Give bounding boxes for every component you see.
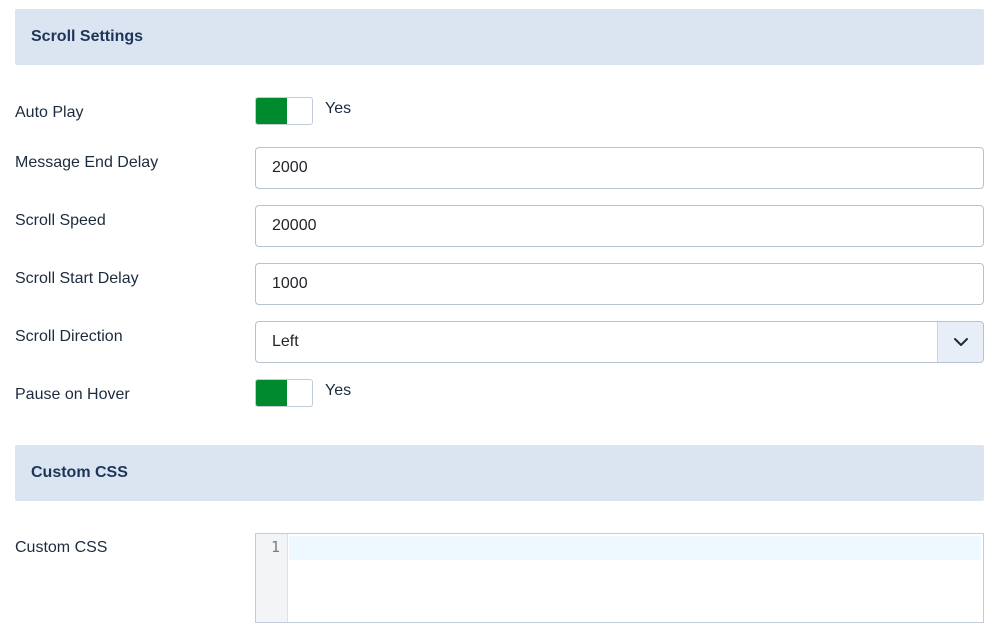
- auto-play-toggle[interactable]: Yes: [255, 97, 351, 125]
- pause-on-hover-switch[interactable]: [255, 379, 313, 407]
- scroll-direction-label: Scroll Direction: [15, 328, 123, 345]
- pause-on-hover-switch-on: [256, 380, 287, 406]
- pause-on-hover-label: Pause on Hover: [15, 386, 130, 403]
- message-end-delay-label: Message End Delay: [15, 154, 159, 171]
- auto-play-label: Auto Play: [15, 104, 84, 121]
- scroll-direction-select[interactable]: Left: [255, 321, 984, 363]
- scroll-direction-value: Left: [272, 333, 299, 350]
- chevron-down-icon[interactable]: [937, 322, 983, 362]
- editor-active-line[interactable]: [289, 536, 981, 560]
- auto-play-switch-on: [256, 98, 287, 124]
- auto-play-value: Yes: [325, 100, 352, 117]
- scroll-settings-header: Scroll Settings: [15, 9, 984, 65]
- line-number: 1: [270, 538, 280, 556]
- pause-on-hover-value: Yes: [325, 382, 352, 399]
- custom-css-header: Custom CSS: [15, 445, 984, 501]
- custom-css-title: Custom CSS: [31, 464, 128, 481]
- pause-on-hover-toggle[interactable]: Yes: [255, 379, 351, 407]
- scroll-speed-label: Scroll Speed: [15, 212, 106, 229]
- scroll-settings-title: Scroll Settings: [31, 28, 144, 45]
- message-end-delay-input[interactable]: [255, 147, 984, 189]
- scroll-start-delay-input[interactable]: [255, 263, 984, 305]
- custom-css-label: Custom CSS: [15, 539, 108, 556]
- editor-gutter: 1: [256, 534, 288, 622]
- auto-play-switch[interactable]: [255, 97, 313, 125]
- scroll-speed-input[interactable]: [255, 205, 984, 247]
- scroll-start-delay-label: Scroll Start Delay: [15, 270, 139, 287]
- custom-css-editor[interactable]: 1: [255, 533, 984, 623]
